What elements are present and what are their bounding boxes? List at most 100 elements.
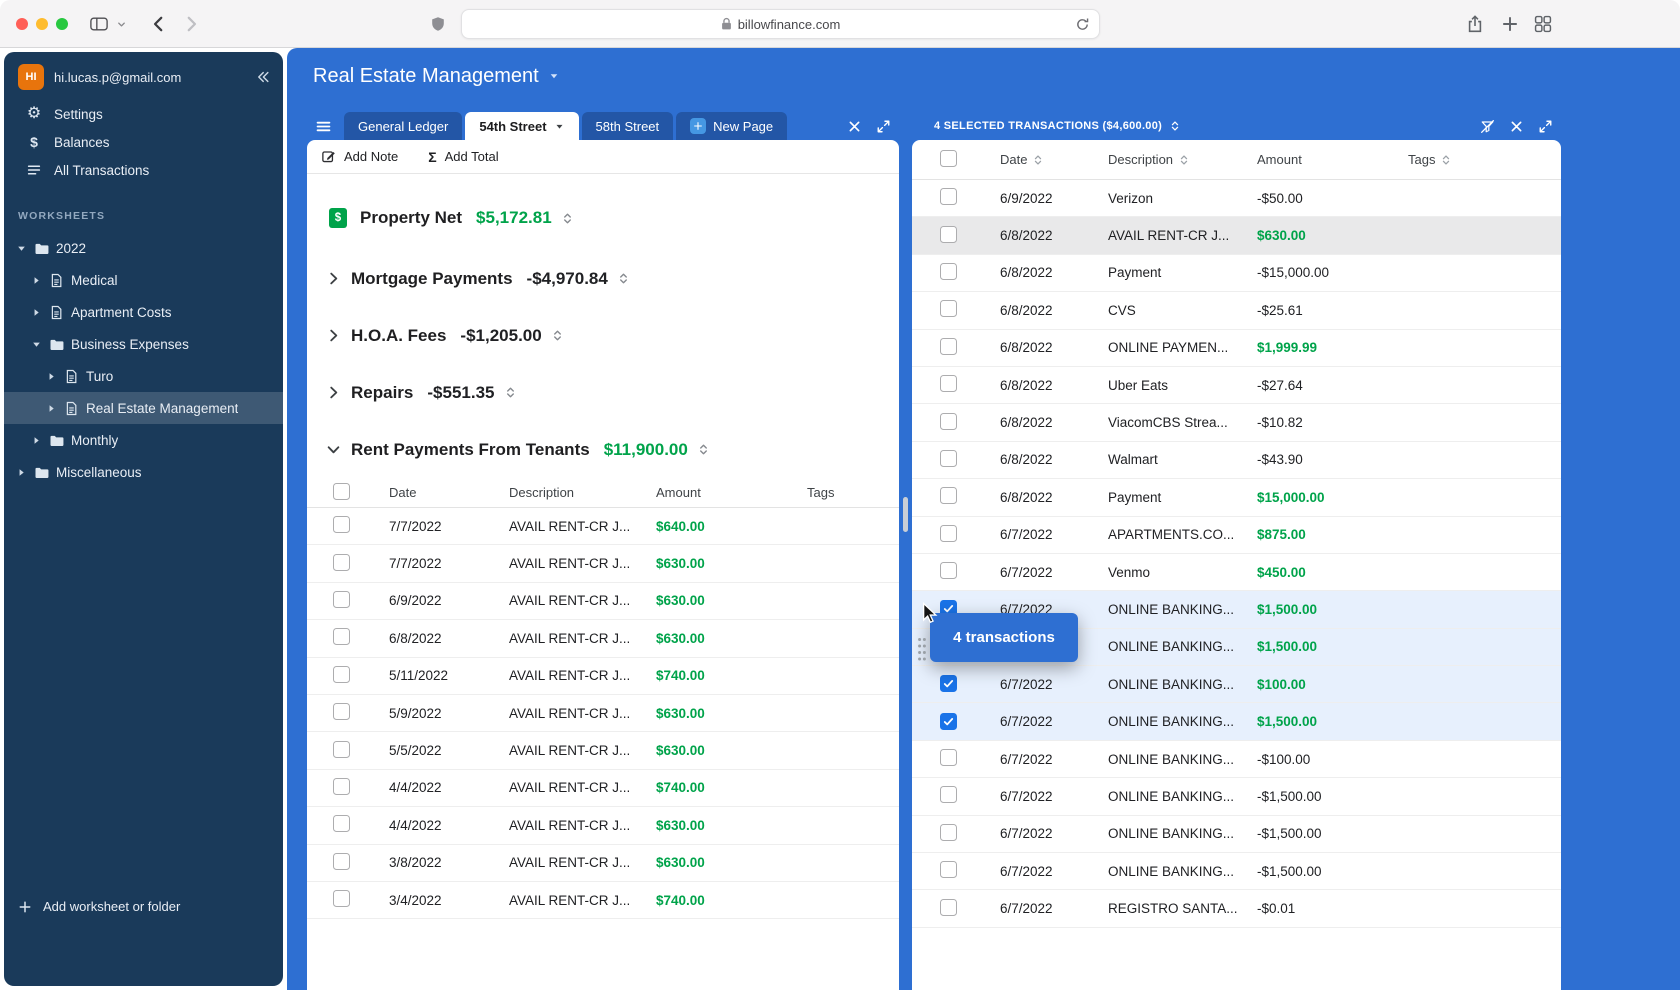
transaction-row[interactable]: 6/8/2022 AVAIL RENT-CR J... $630.00 xyxy=(912,217,1561,255)
chevron-collapsed-icon[interactable] xyxy=(31,307,42,318)
page-title[interactable]: Real Estate Management xyxy=(313,62,560,90)
add-worksheet-button[interactable]: Add worksheet or folder xyxy=(18,899,180,914)
row-checkbox[interactable] xyxy=(333,740,350,758)
transaction-row[interactable]: 6/9/2022 Verizon -$50.00 xyxy=(912,180,1561,218)
chevron-collapsed-icon[interactable] xyxy=(31,435,42,446)
sort-stepper-icon[interactable] xyxy=(561,212,574,225)
ledger-group-mortgage-payments[interactable]: Mortgage Payments -$4,970.84 xyxy=(307,250,899,307)
row-checkbox[interactable] xyxy=(333,777,350,795)
filter-off-icon[interactable] xyxy=(1480,119,1495,134)
collapse-sidebar-icon[interactable] xyxy=(255,69,271,85)
sidebar-item-medical[interactable]: Medical xyxy=(4,264,283,296)
row-checkbox[interactable] xyxy=(940,188,957,206)
transaction-row[interactable]: 5/5/2022 AVAIL RENT-CR J... $630.00 xyxy=(307,732,899,770)
transaction-row[interactable]: 6/8/2022 ViacomCBS Strea... -$10.82 xyxy=(912,404,1561,442)
sort-stepper-icon[interactable] xyxy=(697,443,710,456)
sidebar-item-apartment-costs[interactable]: Apartment Costs xyxy=(4,296,283,328)
row-checkbox[interactable] xyxy=(333,815,350,833)
select-all-checkbox[interactable] xyxy=(333,482,350,500)
sort-stepper-icon[interactable] xyxy=(504,386,517,399)
transaction-row[interactable]: 6/7/2022 ONLINE BANKING... -$100.00 xyxy=(912,741,1561,779)
tab-overview-icon[interactable] xyxy=(1534,15,1552,33)
row-checkbox[interactable] xyxy=(940,375,957,393)
row-checkbox[interactable] xyxy=(940,449,957,467)
drag-handle-icon[interactable] xyxy=(916,636,928,662)
zoom-window-button[interactable] xyxy=(56,18,68,30)
column-header-date[interactable]: Date xyxy=(1000,152,1108,167)
row-checkbox[interactable] xyxy=(940,898,957,916)
chevron-collapsed-icon[interactable] xyxy=(46,371,57,382)
sidebar-item-turo[interactable]: Turo xyxy=(4,360,283,392)
transaction-row[interactable]: 7/7/2022 AVAIL RENT-CR J... $640.00 xyxy=(307,508,899,546)
tab-general-ledger[interactable]: General Ledger xyxy=(344,112,463,140)
add-total-button[interactable]: Σ Add Total xyxy=(428,149,498,164)
expand-panel-icon[interactable] xyxy=(876,119,891,134)
transaction-row[interactable]: 6/7/2022 ONLINE BANKING... $1,500.00 xyxy=(912,703,1561,741)
row-checkbox[interactable] xyxy=(333,553,350,571)
tab-54th-street[interactable]: 54th Street xyxy=(465,112,579,140)
sidebar-item-real-estate-management[interactable]: Real Estate Management xyxy=(4,392,283,424)
row-checkbox[interactable] xyxy=(333,890,350,908)
row-checkbox[interactable] xyxy=(333,703,350,721)
address-bar[interactable]: billowfinance.com xyxy=(461,9,1100,39)
tab-58th-street[interactable]: 58th Street xyxy=(581,112,674,140)
sidebar-toggle-icon[interactable] xyxy=(90,15,108,33)
row-checkbox[interactable] xyxy=(333,852,350,870)
transaction-row[interactable]: 6/8/2022 Payment $15,000.00 xyxy=(912,479,1561,517)
back-icon[interactable] xyxy=(150,15,168,33)
row-checkbox[interactable] xyxy=(940,675,957,693)
ledger-group-repairs[interactable]: Repairs -$551.35 xyxy=(307,364,899,421)
sort-stepper-icon[interactable] xyxy=(1440,154,1452,166)
row-checkbox[interactable] xyxy=(940,487,957,505)
chevron-collapsed-icon[interactable] xyxy=(16,467,27,478)
close-panel-icon[interactable] xyxy=(847,119,862,134)
row-checkbox[interactable] xyxy=(940,412,957,430)
transaction-row[interactable]: 6/7/2022 Venmo $450.00 xyxy=(912,554,1561,592)
row-checkbox[interactable] xyxy=(940,337,957,355)
transaction-row[interactable]: 6/7/2022 ONLINE BANKING... -$1,500.00 xyxy=(912,778,1561,816)
refresh-icon[interactable] xyxy=(1075,17,1090,32)
row-checkbox[interactable] xyxy=(333,590,350,608)
chevron-down-icon[interactable] xyxy=(116,19,127,30)
shield-icon[interactable] xyxy=(430,16,446,32)
transaction-row[interactable]: 4/4/2022 AVAIL RENT-CR J... $630.00 xyxy=(307,807,899,845)
sort-stepper-icon[interactable] xyxy=(551,329,564,342)
transaction-row[interactable]: 6/7/2022 APARTMENTS.CO... $875.00 xyxy=(912,517,1561,554)
sidebar-item-monthly[interactable]: Monthly xyxy=(4,424,283,456)
transaction-row[interactable]: 5/9/2022 AVAIL RENT-CR J... $630.00 xyxy=(307,695,899,733)
ledger-group-h-o-a-fees[interactable]: H.O.A. Fees -$1,205.00 xyxy=(307,307,899,364)
row-checkbox[interactable] xyxy=(333,665,350,683)
row-checkbox[interactable] xyxy=(940,524,957,542)
transaction-row[interactable]: 6/7/2022 REGISTRO SANTA... -$0.01 xyxy=(912,890,1561,928)
transaction-row[interactable]: 6/8/2022 CVS -$25.61 xyxy=(912,292,1561,330)
transaction-row[interactable]: 6/8/2022 ONLINE PAYMEN... $1,999.99 xyxy=(912,330,1561,367)
expand-panel-icon[interactable] xyxy=(1538,119,1553,134)
transaction-row[interactable]: 4/4/2022 AVAIL RENT-CR J... $740.00 xyxy=(307,770,899,808)
transaction-row[interactable]: 6/8/2022 AVAIL RENT-CR J... $630.00 xyxy=(307,620,899,658)
row-checkbox[interactable] xyxy=(940,749,957,767)
column-header-tags[interactable]: Tags xyxy=(1408,152,1561,167)
transaction-row[interactable]: 6/8/2022 Walmart -$43.90 xyxy=(912,442,1561,480)
sidebar-item-balances[interactable]: $ Balances xyxy=(4,128,283,156)
sort-stepper-icon[interactable] xyxy=(617,272,630,285)
sidebar-item-miscellaneous[interactable]: Miscellaneous xyxy=(4,456,283,488)
transaction-row[interactable]: 7/7/2022 AVAIL RENT-CR J... $630.00 xyxy=(307,545,899,583)
chevron-right-icon[interactable] xyxy=(326,385,341,400)
transaction-row[interactable]: 6/7/2022 ONLINE BANKING... $100.00 xyxy=(912,666,1561,704)
sidebar-item-settings[interactable]: ⚙ Settings xyxy=(4,100,283,128)
chevron-down-icon[interactable] xyxy=(326,442,341,457)
resize-handle[interactable] xyxy=(903,497,908,532)
row-checkbox[interactable] xyxy=(940,300,957,318)
transaction-row[interactable]: 6/7/2022 ONLINE BANKING... -$1,500.00 xyxy=(912,816,1561,854)
new-tab-icon[interactable] xyxy=(1501,15,1519,33)
row-checkbox[interactable] xyxy=(940,262,957,280)
row-checkbox[interactable] xyxy=(940,225,957,243)
sort-stepper-icon[interactable] xyxy=(1169,120,1181,132)
row-checkbox[interactable] xyxy=(940,712,957,730)
row-checkbox[interactable] xyxy=(333,628,350,646)
row-checkbox[interactable] xyxy=(940,562,957,580)
transaction-row[interactable]: 3/8/2022 AVAIL RENT-CR J... $630.00 xyxy=(307,845,899,882)
minimize-window-button[interactable] xyxy=(36,18,48,30)
row-checkbox[interactable] xyxy=(333,516,350,534)
tab-new-page[interactable]: New Page xyxy=(676,112,788,140)
